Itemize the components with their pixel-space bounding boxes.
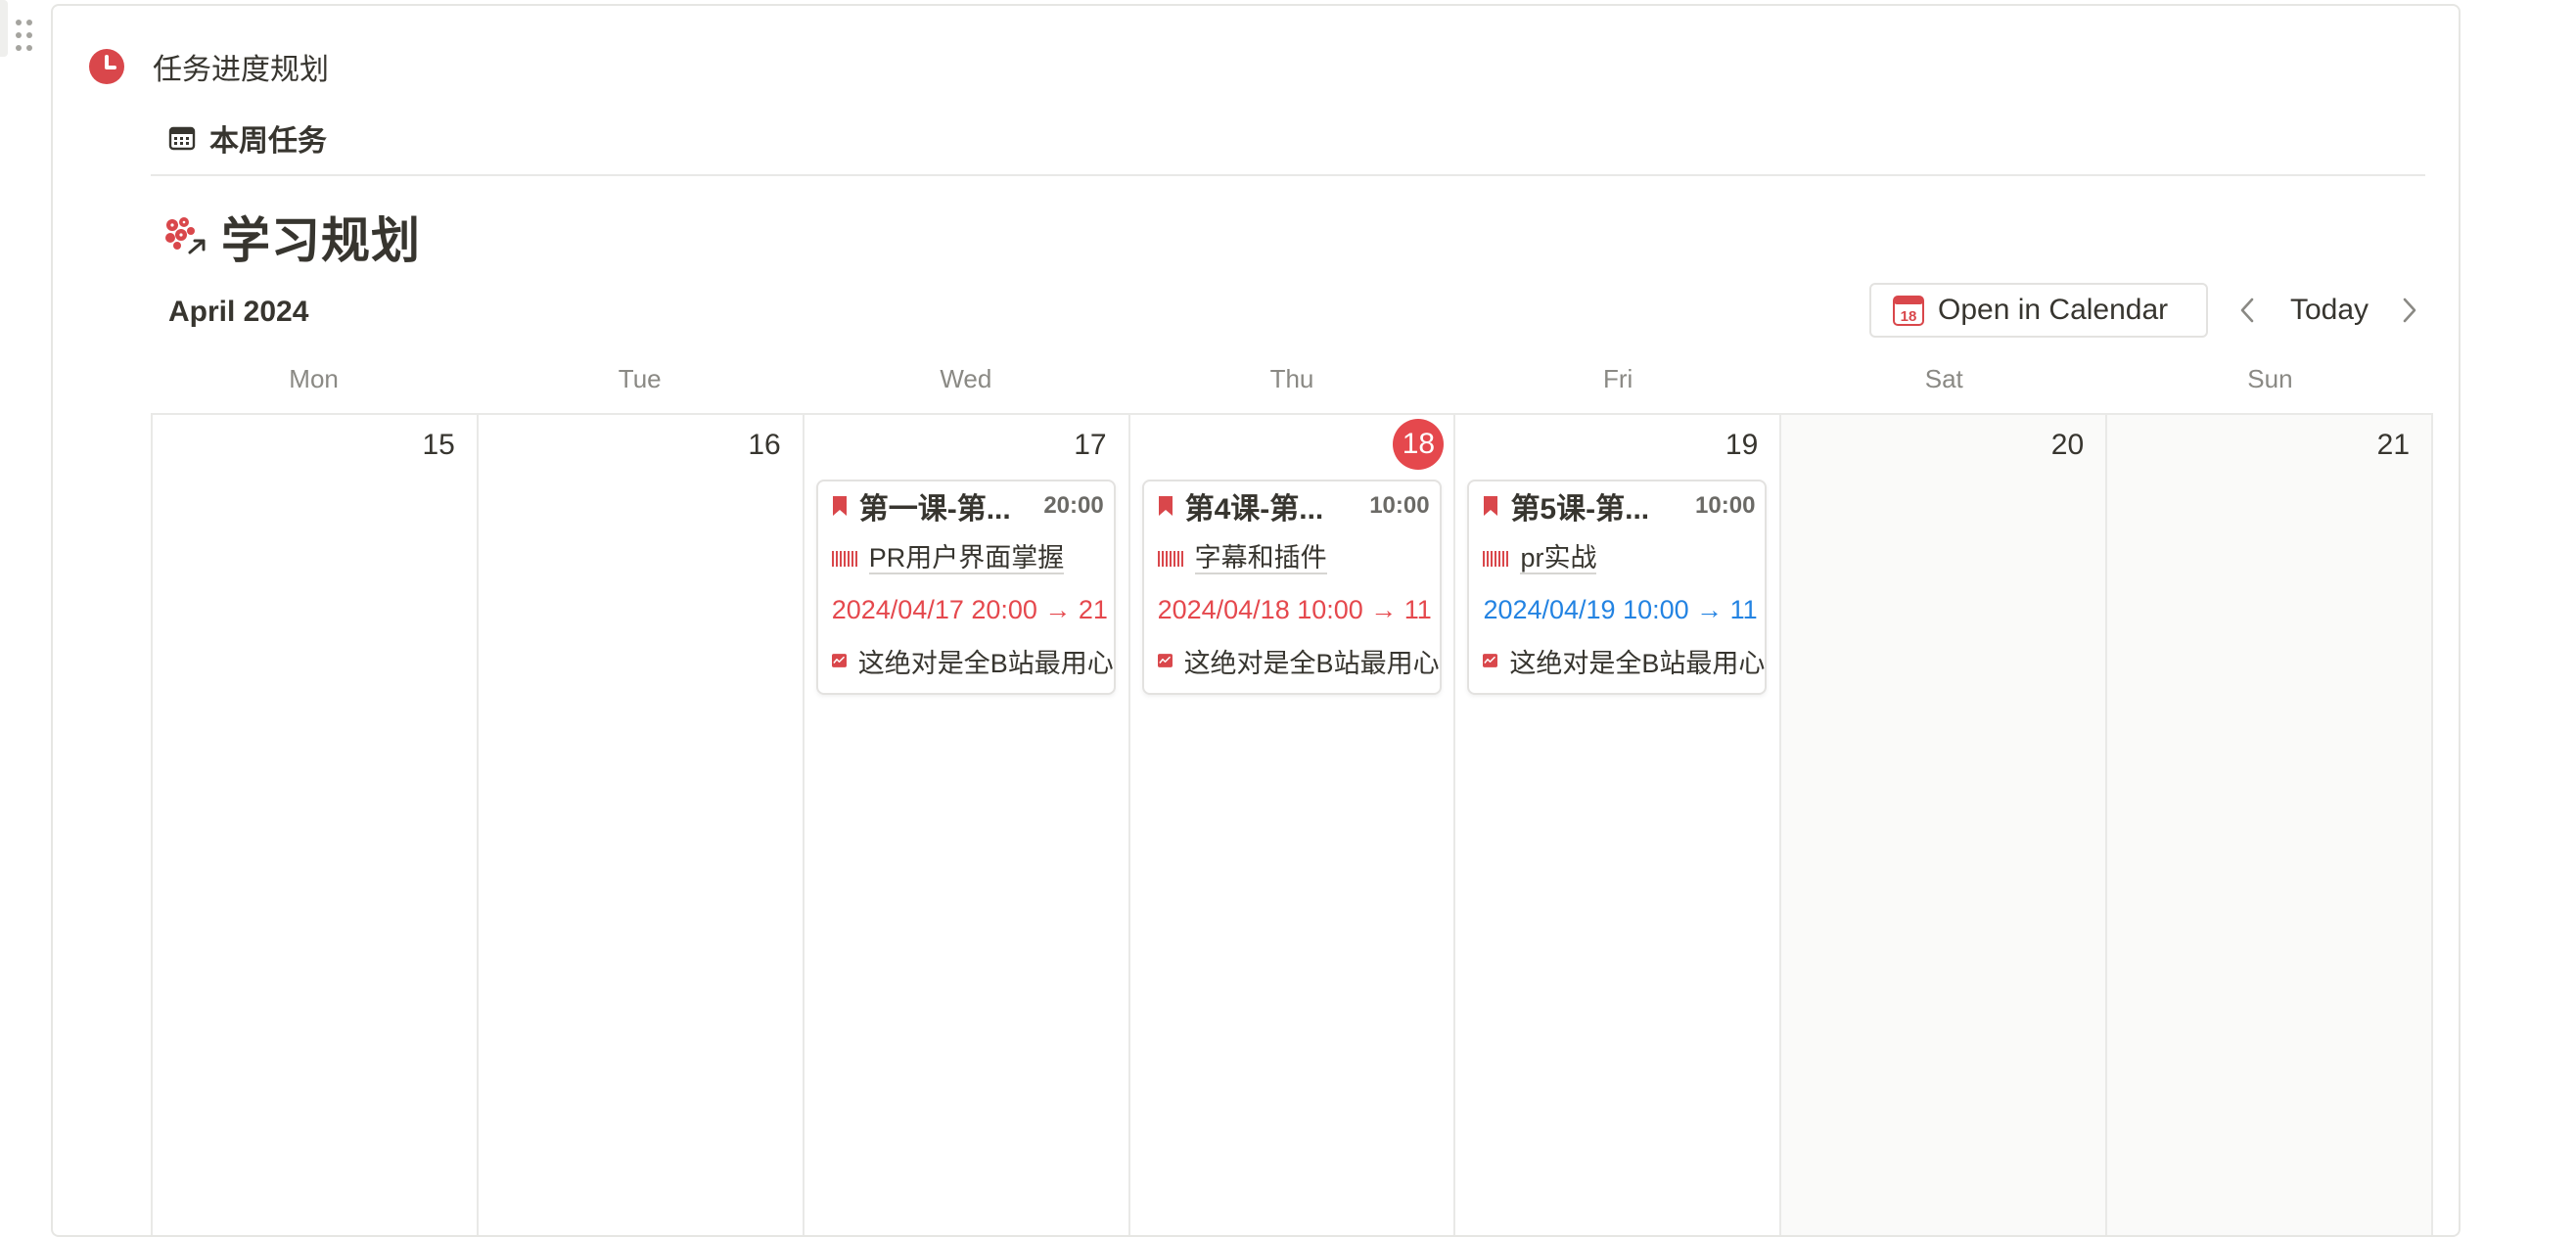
card-date-range: 2024/04/18 10:00 → 11 xyxy=(1157,594,1432,624)
card-title: 第4课-第... xyxy=(1184,493,1324,526)
card-relation-row: pr实战 xyxy=(1483,542,1765,575)
card-relation-row: 字幕和插件 xyxy=(1157,542,1440,575)
view-tab-this-week[interactable]: 本周任务 xyxy=(168,116,327,160)
trend-chart-icon xyxy=(1157,654,1173,667)
card-link-row: 这绝对是全B站最用心 xyxy=(1157,642,1440,680)
card-link-text[interactable]: 这绝对是全B站最用心 xyxy=(1509,642,1765,680)
weekday-label: Fri xyxy=(1602,364,1633,393)
card-relation-link[interactable]: PR用户界面掌握 xyxy=(868,543,1065,574)
view-tab-label: 本周任务 xyxy=(209,125,327,158)
barcode-icon xyxy=(1483,551,1509,567)
weekday-label: Wed xyxy=(940,364,992,393)
today-button[interactable]: Today xyxy=(2290,294,2369,327)
day-cell-thu[interactable]: 18 第4课-第... 10:00 字幕和插件 2024/04/18 10:00… xyxy=(1130,415,1456,1235)
weekday-label: Sat xyxy=(1924,364,1963,393)
card-date-row: 2024/04/17 20:00 → 21 xyxy=(832,593,1114,626)
linked-database-block: 任务进度规划 本周任务 学习规划 April 2024 18 Open in C… xyxy=(51,4,2461,1237)
trend-chart-icon xyxy=(1483,654,1498,667)
day-cell-tue[interactable]: 16 xyxy=(479,415,805,1235)
day-number: 21 xyxy=(2376,429,2411,461)
day-number: 17 xyxy=(1074,429,1107,461)
barcode-icon xyxy=(1157,551,1183,567)
day-cell-wed[interactable]: 17 第一课-第... 20:00 PR用户界面掌握 2024/04/17 20… xyxy=(805,415,1130,1235)
card-time: 10:00 xyxy=(1369,492,1430,519)
chevron-left-icon[interactable] xyxy=(2237,296,2257,325)
card-title-row: 第5课-第... 10:00 xyxy=(1483,489,1765,526)
dots-arrow-icon xyxy=(165,217,206,254)
chevron-right-icon[interactable] xyxy=(2400,296,2419,325)
divider xyxy=(151,174,2425,176)
open-in-calendar-label: Open in Calendar xyxy=(1938,294,2169,326)
card-title: 第5课-第... xyxy=(1510,493,1650,526)
card-link-row: 这绝对是全B站最用心 xyxy=(831,642,1114,680)
day-number: 20 xyxy=(2050,429,2085,461)
database-title[interactable]: 学习规划 xyxy=(221,202,421,272)
trend-chart-icon xyxy=(831,654,847,667)
bookmark-icon xyxy=(1158,496,1173,516)
card-title-row: 第一课-第... 20:00 xyxy=(832,489,1114,526)
database-title-row: 学习规划 xyxy=(162,202,421,272)
card-link-row: 这绝对是全B站最用心 xyxy=(1483,642,1765,680)
block-header: 任务进度规划 xyxy=(88,45,329,88)
card-date-row: 2024/04/18 10:00 → 11 xyxy=(1158,593,1440,626)
weekday-label: Tue xyxy=(618,364,662,393)
card-link-text[interactable]: 这绝对是全B站最用心 xyxy=(858,642,1114,680)
card-time: 10:00 xyxy=(1695,492,1756,519)
day-cell-fri[interactable]: 19 第5课-第... 10:00 pr实战 2024/04/19 10:00 … xyxy=(1455,415,1782,1235)
day-number: 19 xyxy=(1725,429,1759,461)
card-date-row: 2024/04/19 10:00 → 11 xyxy=(1483,593,1765,626)
card-date-range: 2024/04/17 20:00 → 21 xyxy=(831,594,1108,624)
calendar-day-icon: 18 xyxy=(1893,296,1924,326)
day-number: 16 xyxy=(748,429,781,461)
weekday-label: Thu xyxy=(1269,364,1314,393)
left-edge-handle xyxy=(0,0,8,57)
bookmark-icon xyxy=(832,496,847,516)
card-time: 20:00 xyxy=(1043,492,1104,519)
day-number: 15 xyxy=(422,429,455,461)
drag-handle-icon[interactable] xyxy=(14,18,35,57)
day-cell-mon[interactable]: 15 xyxy=(153,415,479,1235)
calendar-day-icon-number: 18 xyxy=(1901,308,1917,325)
block-title[interactable]: 任务进度规划 xyxy=(153,45,329,88)
weekday-label: Sun xyxy=(2247,364,2293,393)
card-relation-link[interactable]: pr实战 xyxy=(1520,543,1597,574)
card-title-row: 第4课-第... 10:00 xyxy=(1158,489,1440,526)
month-label: April 2024 xyxy=(168,296,309,328)
calendar-view-icon xyxy=(168,126,196,151)
weekday-label: Mon xyxy=(289,364,339,393)
day-cell-sun[interactable]: 21 xyxy=(2107,415,2434,1235)
barcode-icon xyxy=(831,551,857,567)
card-relation-row: PR用户界面掌握 xyxy=(831,542,1114,575)
card-link-text[interactable]: 这绝对是全B站最用心 xyxy=(1184,642,1440,680)
weekday-header-row: Mon Tue Wed Thu Fri Sat Sun xyxy=(151,364,2433,394)
card-date-range: 2024/04/19 10:00 → 11 xyxy=(1483,594,1758,624)
open-in-calendar-button[interactable]: 18 Open in Calendar xyxy=(1869,283,2208,338)
bookmark-icon xyxy=(1484,496,1498,516)
card-relation-link[interactable]: 字幕和插件 xyxy=(1194,543,1327,574)
day-cell-sat[interactable]: 20 xyxy=(1781,415,2108,1235)
event-card[interactable]: 第5课-第... 10:00 pr实战 2024/04/19 10:00 → 1… xyxy=(1467,480,1768,695)
calendar-week-grid: 15 16 17 第一课-第... 20:00 PR用户界面掌握 2024/04… xyxy=(151,413,2434,1235)
today-day-number: 18 xyxy=(1393,419,1445,470)
event-card[interactable]: 第4课-第... 10:00 字幕和插件 2024/04/18 10:00 → … xyxy=(1141,480,1442,695)
clock-icon xyxy=(89,49,124,84)
card-title: 第一课-第... xyxy=(858,493,1011,526)
event-card[interactable]: 第一课-第... 20:00 PR用户界面掌握 2024/04/17 20:00… xyxy=(815,480,1116,695)
